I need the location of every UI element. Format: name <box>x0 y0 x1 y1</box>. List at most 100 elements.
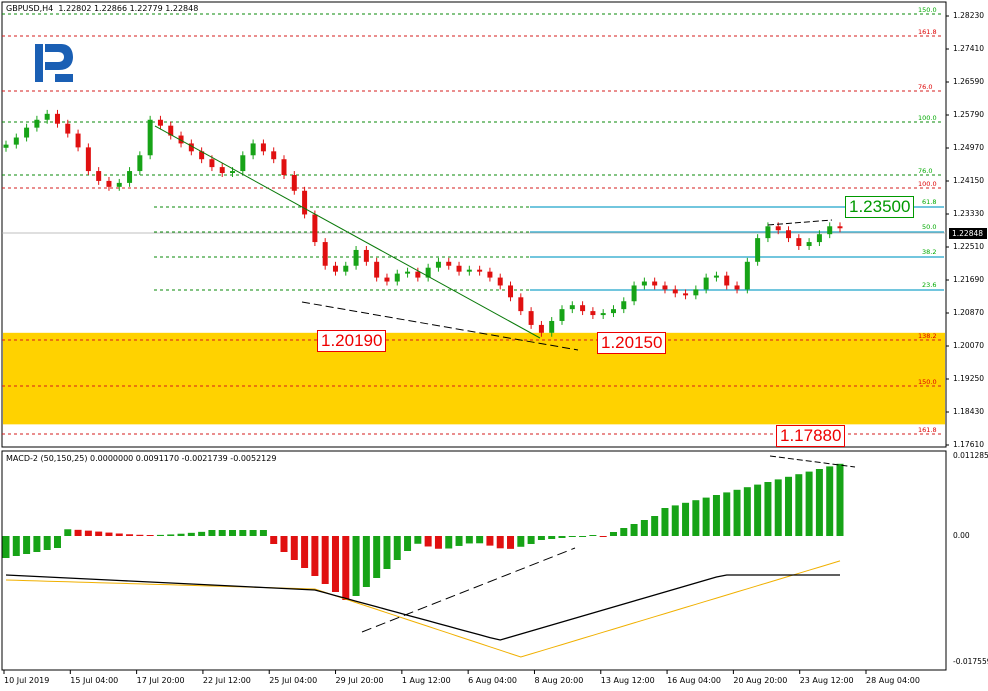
candle-body <box>518 297 524 312</box>
macd-histogram-bar <box>651 516 659 536</box>
fib-level-label: 50.0 <box>922 223 937 231</box>
macd-histogram-bar <box>2 536 10 558</box>
price-axis-tick: 1.24150 <box>953 176 985 185</box>
candle-body <box>683 293 689 296</box>
candle-body <box>435 261 441 268</box>
macd-histogram-bar <box>640 520 648 536</box>
candle-body <box>806 242 812 247</box>
macd-header: MACD-2 (50,150,25) 0.0000000 0.0091170 -… <box>6 454 277 463</box>
macd-histogram-bar <box>64 529 72 536</box>
macd-histogram-bar <box>301 536 309 568</box>
fib-level-label: 23.6 <box>922 281 937 289</box>
candle-body <box>363 249 369 262</box>
price-axis-tick: 1.25790 <box>953 110 985 119</box>
candle-body <box>65 123 71 134</box>
macd-histogram-bar <box>589 535 597 536</box>
macd-histogram-bar <box>558 536 566 538</box>
macd-histogram-bar <box>290 536 298 560</box>
price-axis-tick: 1.24970 <box>953 143 985 152</box>
candle-body <box>528 311 534 325</box>
macd-histogram-bar <box>280 536 288 552</box>
macd-histogram-bar <box>239 530 247 536</box>
macd-histogram-bar <box>764 482 772 536</box>
candle-body <box>394 273 400 282</box>
candle-body <box>487 271 493 278</box>
macd-histogram-bar <box>331 536 339 592</box>
macd-histogram-bar <box>229 530 237 536</box>
macd-histogram-bar <box>167 534 175 536</box>
macd-histogram-bar <box>208 530 216 536</box>
candle-body <box>106 180 112 187</box>
candle-body <box>219 167 225 174</box>
candle-body <box>786 230 792 239</box>
macd-histogram-bar <box>373 536 381 578</box>
candle-body <box>672 289 678 294</box>
macd-histogram-bar <box>414 536 422 544</box>
macd-histogram-bar <box>342 536 350 600</box>
macd-histogram-bar <box>548 536 556 539</box>
macd-histogram-bar <box>630 524 638 536</box>
candle-body <box>755 238 761 262</box>
macd-histogram-bar <box>527 536 535 544</box>
macd-histogram-bar <box>393 536 401 560</box>
chart-canvas <box>1 1 949 674</box>
macd-histogram-bar <box>311 536 319 576</box>
candle-body <box>580 305 586 312</box>
candle-body <box>538 324 544 333</box>
fib-level-label: 161.8 <box>918 28 937 36</box>
candle-body <box>827 226 833 235</box>
candle-body <box>3 144 9 148</box>
date-axis-tick: 17 Jul 20:00 <box>136 676 185 685</box>
macd-histogram-bar <box>712 495 720 536</box>
candle-body <box>610 309 616 314</box>
broker-logo <box>31 40 77 86</box>
fib-level-label: 138.2 <box>918 332 937 340</box>
fib-level-label: 150.0 <box>918 6 937 14</box>
candle-body <box>734 285 740 290</box>
candle-body <box>405 271 411 274</box>
candle-body <box>13 137 19 145</box>
macd-histogram-bar <box>12 536 20 556</box>
macd-histogram-bar <box>115 533 123 536</box>
fib-level-label: 100.0 <box>918 180 937 188</box>
symbol-header: GBPUSD,H4 1.22802 1.22866 1.22779 1.2284… <box>6 4 199 13</box>
candle-body <box>652 281 658 286</box>
price-axis-tick: 1.17610 <box>953 440 985 449</box>
macd-histogram-bar <box>259 530 267 536</box>
candle-body <box>775 226 781 231</box>
date-axis-tick: 20 Aug 20:00 <box>733 676 788 685</box>
date-axis-tick: 28 Aug 04:00 <box>866 676 920 685</box>
date-axis-tick: 25 Jul 04:00 <box>269 676 318 685</box>
macd-pane-frame <box>1 450 947 671</box>
candle-body <box>230 171 236 174</box>
macd-histogram-bar <box>620 528 628 536</box>
candle-body <box>641 281 647 286</box>
date-axis-tick: 22 Jul 12:00 <box>202 676 251 685</box>
price-axis-tick: 1.28230 <box>953 11 985 20</box>
macd-histogram-bar <box>177 533 185 536</box>
macd-histogram-bar <box>754 484 762 536</box>
date-axis-tick: 10 Jul 2019 <box>4 676 50 685</box>
macd-histogram-bar <box>43 536 51 550</box>
macd-histogram-bar <box>815 469 823 536</box>
macd-signal-line <box>5 560 841 658</box>
macd-histogram-bar <box>682 502 690 536</box>
macd-histogram-bar <box>507 536 515 549</box>
candle-body <box>291 174 297 191</box>
callout-target-down: 1.17880 <box>776 425 846 447</box>
candle-body <box>744 261 750 290</box>
date-axis-tick: 15 Jul 04:00 <box>70 676 119 685</box>
price-axis-tick: 1.21690 <box>953 275 985 284</box>
candle-body <box>302 190 308 215</box>
macd-histogram-bar <box>383 536 391 569</box>
candle-body <box>374 261 380 278</box>
candle-body <box>713 275 719 278</box>
candle-body <box>765 226 771 239</box>
macd-histogram-bar <box>702 497 710 536</box>
macd-histogram-bar <box>95 531 103 536</box>
candle-body <box>260 143 266 152</box>
candle-body <box>54 113 60 124</box>
candle-body <box>590 311 596 316</box>
price-axis-tick: 1.26590 <box>953 77 985 86</box>
price-axis-tick: 1.19250 <box>953 374 985 383</box>
